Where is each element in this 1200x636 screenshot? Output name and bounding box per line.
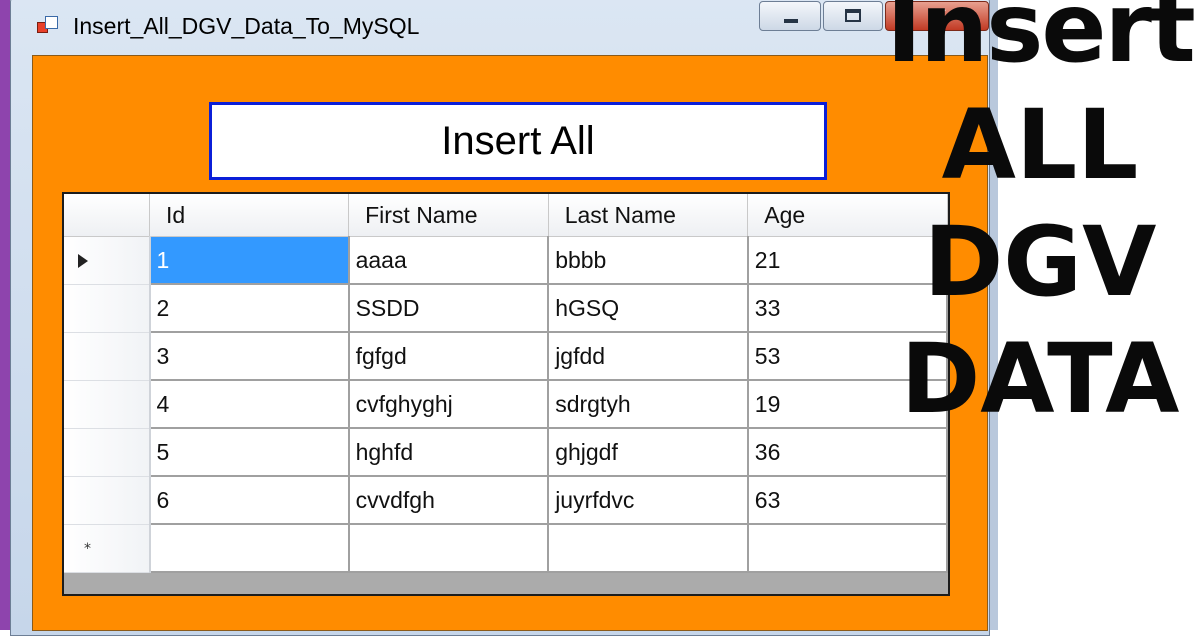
cell-first-name[interactable]: cvvdfgh xyxy=(348,476,550,525)
table-row: 4 cvfghyghj sdrgtyh 19 xyxy=(64,380,948,429)
cell-id[interactable]: 1 xyxy=(149,236,350,285)
row-header[interactable] xyxy=(64,428,151,477)
new-row-star-icon: * xyxy=(84,540,91,557)
cell-id[interactable]: 3 xyxy=(149,332,350,381)
cell-id[interactable]: 5 xyxy=(149,428,350,477)
cell-age[interactable]: 63 xyxy=(747,476,948,525)
app-icon-white-square xyxy=(45,16,58,29)
minimize-icon xyxy=(784,19,798,23)
form-client-area: Insert All Id First Name Last Name Age 1… xyxy=(32,55,988,631)
cell-first-name[interactable]: fgfgd xyxy=(348,332,550,381)
new-row-header[interactable]: * xyxy=(64,524,151,573)
row-header[interactable] xyxy=(64,380,151,429)
cell-id[interactable]: 4 xyxy=(149,380,350,429)
cell-last-name[interactable]: juyrfdvc xyxy=(548,476,749,525)
new-cell-id[interactable] xyxy=(149,524,350,573)
left-border-strip xyxy=(0,0,10,630)
cell-last-name[interactable]: ghjgdf xyxy=(548,428,749,477)
column-header-id[interactable]: Id xyxy=(149,194,350,237)
data-grid-view[interactable]: Id First Name Last Name Age 1 aaaa bbbb … xyxy=(62,192,950,596)
table-row: 6 cvvdfgh juyrfdvc 63 xyxy=(64,476,948,525)
maximize-button[interactable] xyxy=(823,1,883,31)
corner-header-cell[interactable] xyxy=(64,194,151,237)
cell-last-name[interactable]: hGSQ xyxy=(548,284,749,333)
new-row: * xyxy=(64,524,948,573)
grid-table: Id First Name Last Name Age 1 aaaa bbbb … xyxy=(64,194,948,573)
cell-last-name[interactable]: jgfdd xyxy=(548,332,749,381)
cell-first-name[interactable]: cvfghyghj xyxy=(348,380,550,429)
row-header[interactable] xyxy=(64,284,151,333)
new-cell-first-name[interactable] xyxy=(348,524,550,573)
row-header[interactable] xyxy=(64,476,151,525)
header-row: Id First Name Last Name Age xyxy=(64,194,948,237)
table-row: 3 fgfgd jgfdd 53 xyxy=(64,332,948,381)
minimize-button[interactable] xyxy=(759,1,821,31)
overlay-line-all: ALL xyxy=(941,89,1139,201)
insert-all-button[interactable]: Insert All xyxy=(209,102,827,180)
cell-first-name[interactable]: aaaa xyxy=(348,236,550,285)
title-bar[interactable]: Insert_All_DGV_Data_To_MySQL × xyxy=(11,0,989,53)
cell-id[interactable]: 6 xyxy=(149,476,350,525)
table-row: 1 aaaa bbbb 21 xyxy=(64,236,948,285)
overlay-line-insert: Insert xyxy=(886,0,1196,84)
app-icon[interactable] xyxy=(37,16,59,34)
column-header-first-name[interactable]: First Name xyxy=(348,194,549,237)
cell-id[interactable]: 2 xyxy=(149,284,350,333)
table-row: 5 hghfd ghjgdf 36 xyxy=(64,428,948,477)
row-header[interactable] xyxy=(64,236,151,285)
new-cell-last-name[interactable] xyxy=(548,524,749,573)
cell-last-name[interactable]: sdrgtyh xyxy=(548,380,749,429)
row-header[interactable] xyxy=(64,332,151,381)
maximize-icon xyxy=(845,9,861,22)
overlay-line-data: DATA xyxy=(900,323,1180,435)
app-window: Insert_All_DGV_Data_To_MySQL × Insert Al… xyxy=(10,0,990,636)
cell-last-name[interactable]: bbbb xyxy=(548,236,749,285)
overlay-caption: Insert ALL DGV DATA xyxy=(880,0,1200,438)
new-cell-age[interactable] xyxy=(747,524,948,573)
overlay-line-dgv: DGV xyxy=(923,206,1157,318)
window-title: Insert_All_DGV_Data_To_MySQL xyxy=(73,13,420,39)
cell-first-name[interactable]: SSDD xyxy=(348,284,550,333)
current-row-arrow-icon xyxy=(78,254,88,268)
table-row: 2 SSDD hGSQ 33 xyxy=(64,284,948,333)
cell-first-name[interactable]: hghfd xyxy=(348,428,550,477)
column-header-last-name[interactable]: Last Name xyxy=(548,194,749,237)
